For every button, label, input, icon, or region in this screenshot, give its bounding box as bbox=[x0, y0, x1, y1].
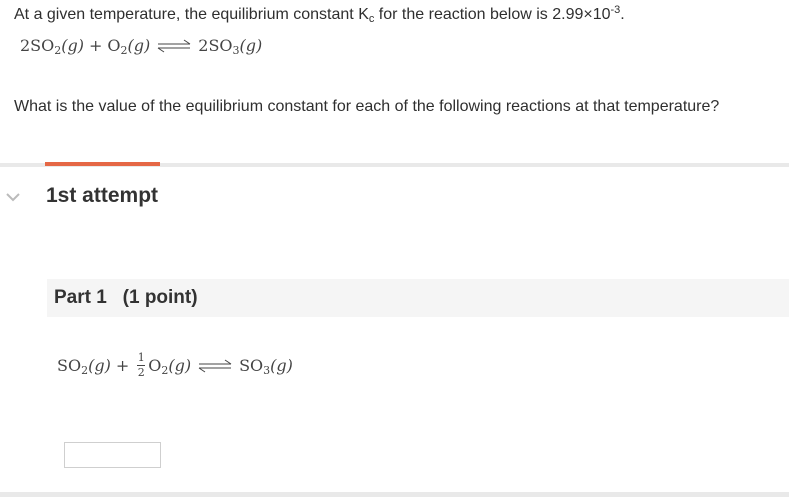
question-mid: for the reaction below is 2.99×10 bbox=[374, 6, 611, 23]
reactant-1: SO bbox=[57, 356, 82, 375]
attempt-accent-bar bbox=[45, 162, 160, 166]
chevron-down-icon[interactable] bbox=[6, 192, 20, 202]
main-reaction-equation: 2SO 2 (g) + O 2 (g) 2SO 3 (g) bbox=[20, 36, 263, 57]
state: (g) bbox=[61, 36, 84, 55]
reactant-2: O bbox=[107, 36, 121, 55]
product-1: 2SO bbox=[198, 36, 233, 55]
bottom-divider bbox=[0, 492, 789, 497]
question-text: At a given temperature, the equilibrium … bbox=[14, 4, 625, 25]
fraction-one-half: 1 2 bbox=[137, 351, 146, 379]
part-title: Part 1 (1 point) bbox=[54, 287, 198, 308]
state: (g) bbox=[270, 356, 293, 375]
question-prefix: At a given temperature, the equilibrium … bbox=[14, 6, 369, 23]
equilibrium-arrow-icon bbox=[198, 359, 232, 372]
plus-sign: + bbox=[115, 356, 130, 375]
part1-reaction-equation: SO 2 (g) + 1 2 O 2 (g) SO 3 (g) bbox=[57, 351, 293, 379]
reactant-2: O bbox=[148, 356, 162, 375]
state: (g) bbox=[88, 356, 111, 375]
answer-input[interactable] bbox=[64, 442, 161, 468]
plus-sign: + bbox=[89, 36, 103, 55]
attempt-title[interactable]: 1st attempt bbox=[46, 184, 158, 208]
question-prompt: What is the value of the equilibrium con… bbox=[14, 98, 720, 115]
state: (g) bbox=[127, 36, 151, 55]
product-1: SO bbox=[239, 356, 264, 375]
equilibrium-arrow-icon bbox=[157, 39, 191, 52]
part-header: Part 1 (1 point) bbox=[47, 279, 789, 317]
exponent: -3 bbox=[610, 4, 621, 16]
state: (g) bbox=[168, 356, 192, 375]
reactant-1: 2SO bbox=[20, 36, 55, 55]
state: (g) bbox=[239, 36, 263, 55]
question-suffix: . bbox=[620, 6, 625, 23]
